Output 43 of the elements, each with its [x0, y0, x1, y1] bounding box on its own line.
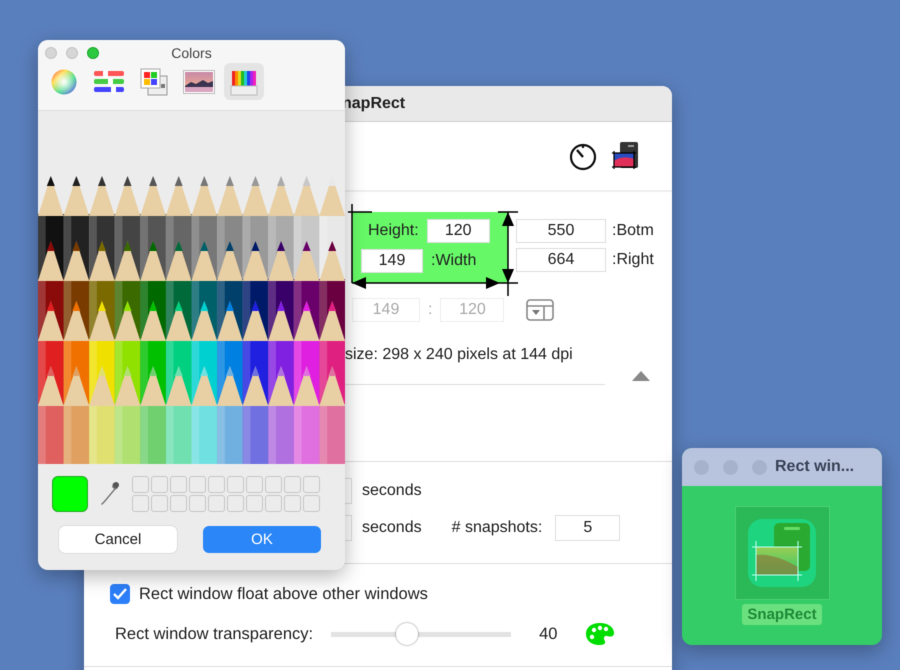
minimize-button[interactable] [66, 47, 78, 59]
right-label: :Right [612, 250, 654, 270]
close-button[interactable] [45, 47, 57, 59]
image-size-text: size: 298 x 240 pixels at 144 dpi [345, 346, 574, 364]
sliders-icon [93, 68, 125, 94]
color-swatches-grid[interactable] [132, 476, 320, 512]
delay-field[interactable] [345, 478, 352, 504]
color-palettes-icon [140, 68, 168, 96]
window-layout-icon[interactable] [526, 299, 554, 321]
timer-icon[interactable] [568, 141, 598, 171]
screen-capture-icon[interactable] [612, 141, 640, 171]
ratio-separator: : [428, 301, 432, 319]
snapshots-label: # snapshots: [452, 519, 542, 537]
interval-unit-label: seconds [362, 519, 422, 537]
float-option-label: Rect window float above other windows [139, 584, 428, 604]
float-checkbox[interactable] [110, 584, 130, 604]
transparency-value: 40 [539, 624, 558, 644]
app-icon [748, 519, 816, 587]
delay-unit-label: seconds [362, 482, 422, 500]
bottom-label: :Botm [612, 221, 654, 241]
height-field[interactable]: 120 [426, 219, 490, 243]
panel-title: Colors [171, 45, 212, 61]
zoom-button[interactable] [87, 47, 99, 59]
snapshots-field[interactable]: 5 [555, 515, 620, 541]
height-label: Height: [368, 222, 419, 240]
slider-thumb[interactable] [396, 623, 418, 645]
right-field[interactable]: 664 [516, 248, 606, 272]
app-label: SnapRect [742, 604, 822, 625]
width-label: :Width [431, 252, 476, 270]
color-wheel-icon [51, 68, 77, 94]
pencils-tab[interactable] [224, 63, 264, 100]
ok-button[interactable]: OK [203, 526, 321, 553]
current-color-swatch[interactable] [52, 476, 88, 512]
interval-field[interactable] [345, 515, 352, 541]
eyedropper-icon[interactable] [100, 481, 120, 507]
width-field[interactable]: 149 [361, 249, 423, 273]
bottom-field[interactable]: 550 [516, 219, 606, 243]
collapse-triangle-icon[interactable] [632, 370, 650, 380]
palette-icon[interactable] [585, 622, 616, 646]
transparency-label: Rect window transparency: [115, 624, 314, 644]
landscape-image-icon [183, 70, 215, 94]
rect-window-title: Rect win... [775, 458, 854, 476]
cancel-button[interactable]: Cancel [59, 526, 177, 553]
